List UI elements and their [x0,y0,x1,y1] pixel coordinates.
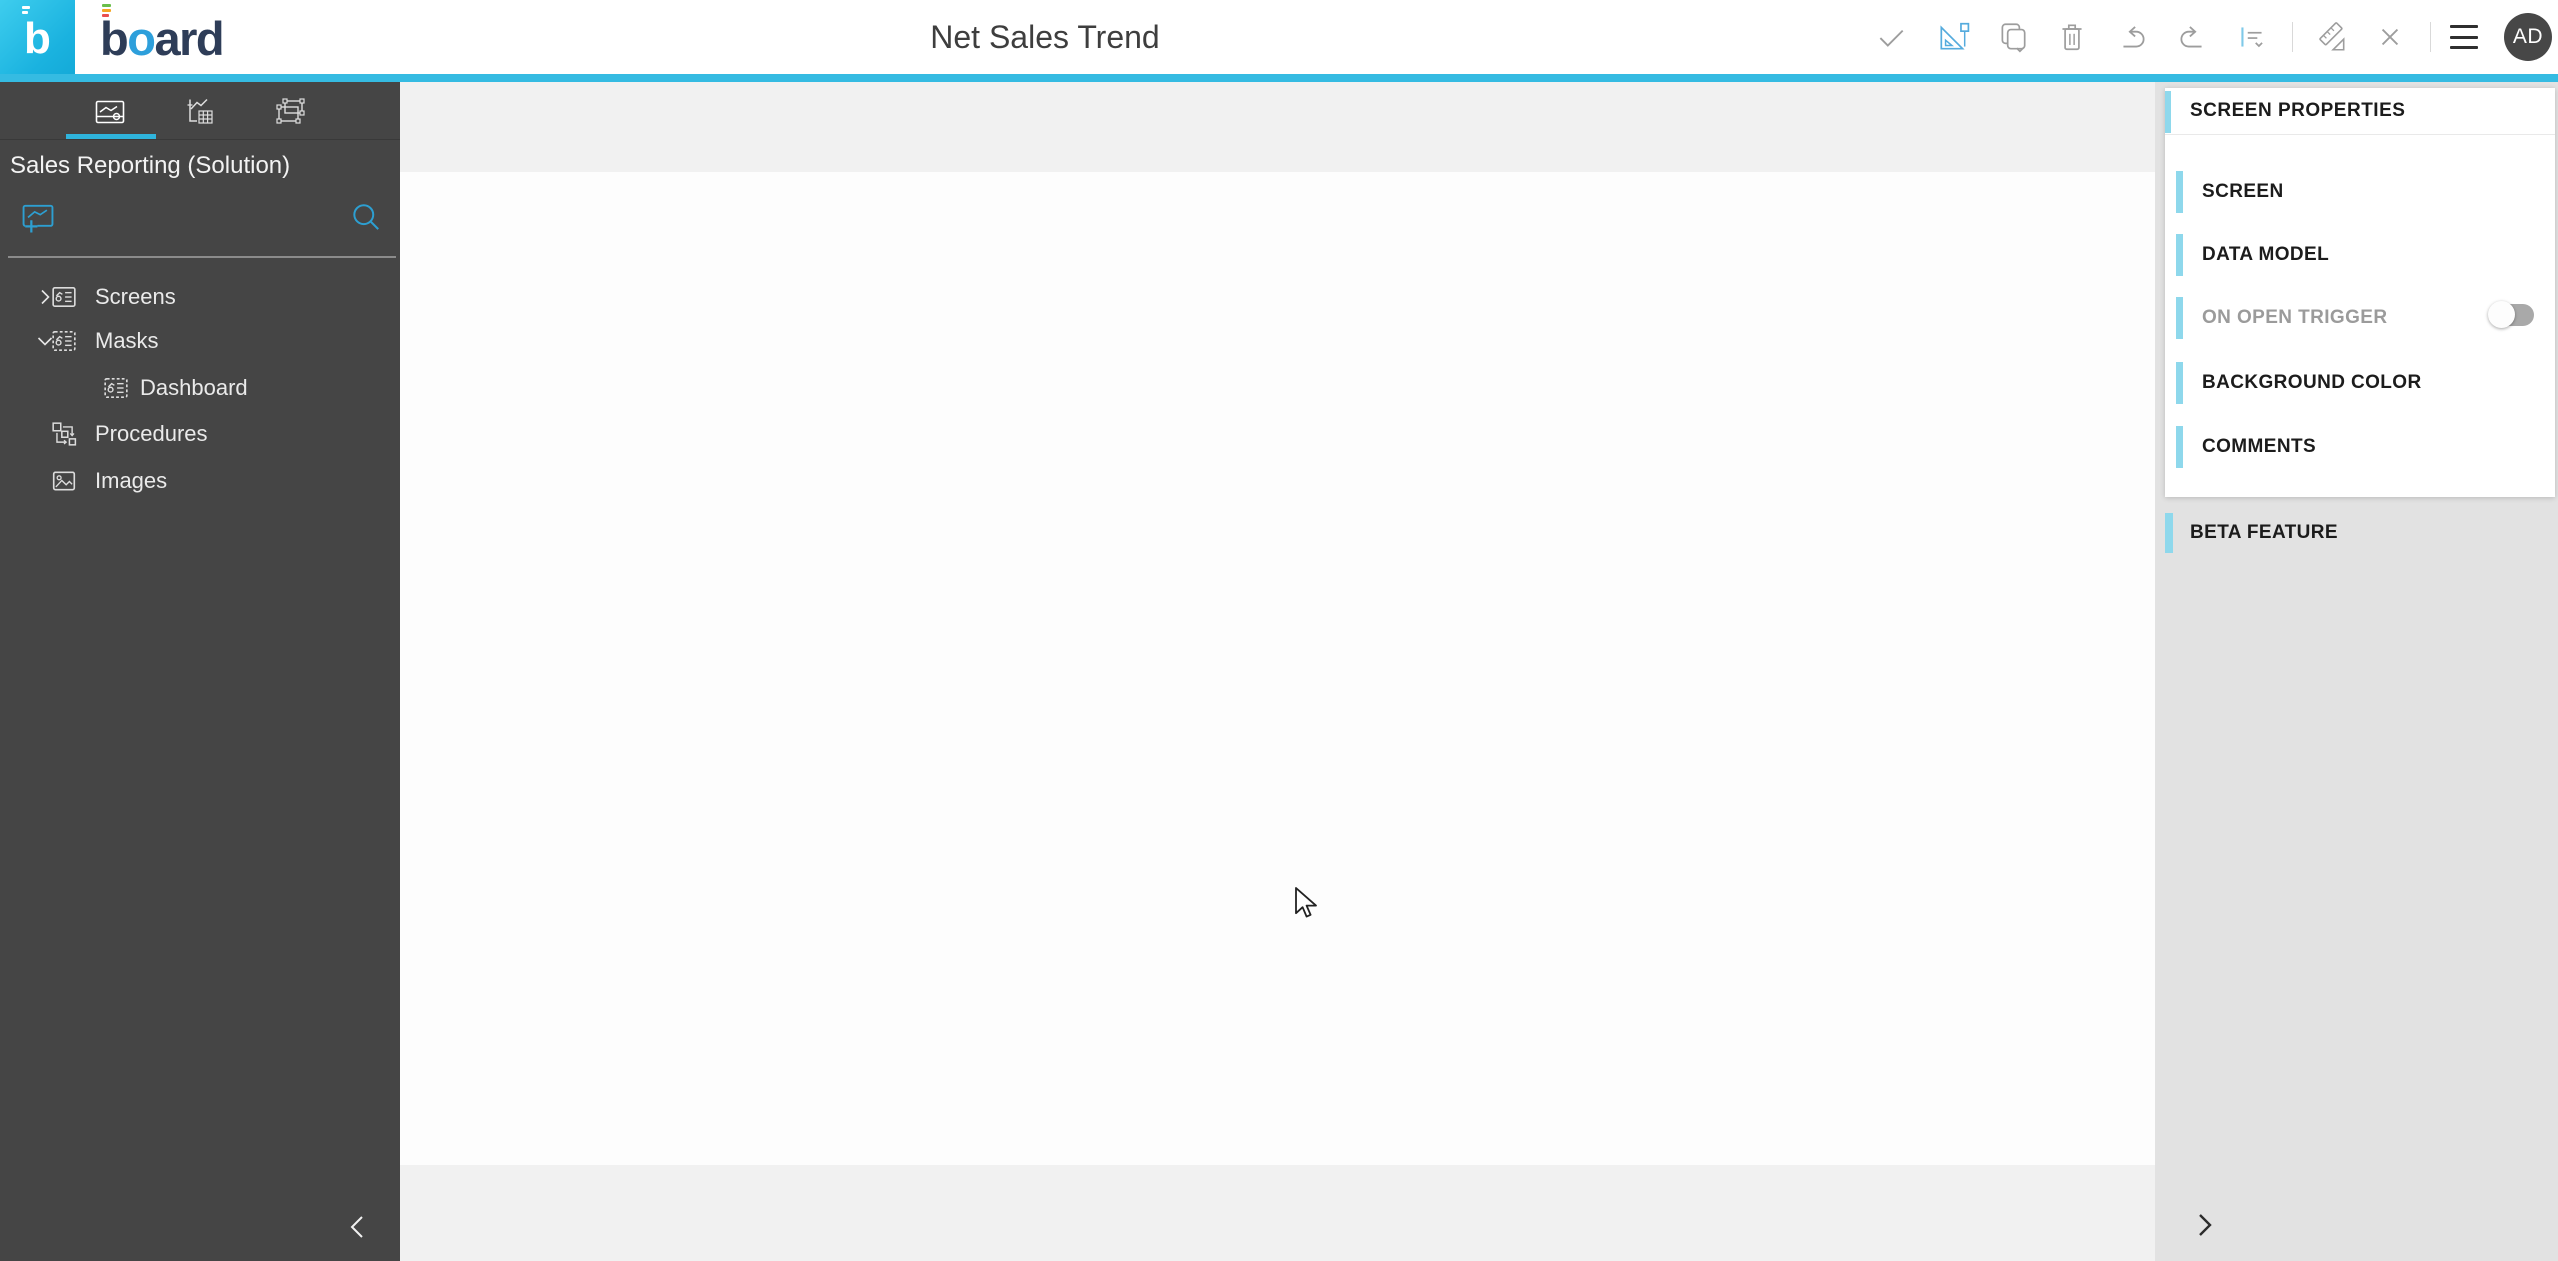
divider [2165,134,2555,135]
accent-bar [2176,362,2183,404]
design-ruler-button[interactable] [2315,20,2349,54]
on-open-trigger-toggle[interactable] [2488,301,2534,328]
wordmark-dash-green [102,4,111,7]
masks-icon [51,328,77,354]
sidebar-item-label: Dashboard [140,375,248,400]
sidebar-item-procedures[interactable]: Procedures [0,412,400,456]
collapse-sidebar-icon[interactable] [343,1211,375,1243]
sidebar-item-label: Images [95,468,168,493]
sidebar-item-label: Procedures [95,421,208,446]
delete-button[interactable] [2055,20,2089,54]
wordmark-rest: ard [154,12,224,65]
toolbar-separator [2292,22,2293,52]
screens-icon [51,284,77,310]
board-logo-letter: b [24,14,51,63]
tab-capture[interactable] [88,90,132,134]
search-icon[interactable] [346,198,386,238]
accent-bar [2176,171,2183,213]
wordmark-dash-orange [102,9,111,12]
prop-item-label: DATA MODEL [2202,244,2330,265]
divider [0,139,400,140]
avatar[interactable]: AD [2504,13,2552,61]
discard-button[interactable] [2373,20,2407,54]
toolbar-separator [2430,22,2431,52]
images-icon [51,468,77,494]
expand-panel-icon[interactable] [2188,1209,2220,1241]
prop-item-screen[interactable]: SCREEN [2165,170,2555,214]
accent-bar [2176,297,2183,339]
add-capture-icon[interactable] [18,198,58,238]
wordmark-b: b [100,4,129,62]
duplicate-button[interactable] [1996,20,2030,54]
redo-button[interactable] [2175,20,2209,54]
prop-item-comments[interactable]: COMMENTS [2165,425,2555,469]
prop-item-data-model[interactable]: DATA MODEL [2165,233,2555,277]
tab-layout[interactable] [268,90,312,134]
undo-button[interactable] [2116,20,2150,54]
accent-bar [2165,513,2173,553]
logo-dash [22,11,28,14]
select-scale-tool-button[interactable] [1936,20,1970,54]
sidebar-item-label: Screens [95,284,176,309]
sidebar-item-masks[interactable]: Masks [0,319,400,363]
menu-icon[interactable] [2450,25,2478,49]
confirm-button[interactable] [1874,20,1908,54]
solution-name: Sales Reporting (Solution) [10,152,291,179]
wordmark-o: o [127,12,156,65]
prop-item-background-color[interactable]: BACKGROUND COLOR [2165,361,2555,405]
prop-item-label: BACKGROUND COLOR [2202,372,2422,393]
prop-item-label: ON OPEN TRIGGER [2202,307,2388,328]
accent-bar [2165,91,2171,133]
beta-feature-label[interactable]: BETA FEATURE [2190,513,2338,553]
toggle-knob [2488,301,2515,328]
search-underline [8,256,396,258]
capture-workspace [400,82,2155,1261]
accent-bar [2176,426,2183,468]
prop-item-label: COMMENTS [2202,436,2317,457]
wordmark-dash-red [102,14,109,17]
mask-icon [103,375,129,401]
sidebar-item-screens[interactable]: Screens [0,275,400,319]
accent-bar [2176,234,2183,276]
accent-divider [0,74,2558,82]
align-options-button[interactable] [2235,20,2269,54]
board-logo-square[interactable]: b [0,0,75,74]
properties-panel: SCREEN PROPERTIES SCREEN DATA MODEL ON O… [2155,82,2558,1261]
procedures-icon [51,421,77,447]
screen-properties-card: SCREEN PROPERTIES SCREEN DATA MODEL ON O… [2165,88,2555,497]
board-wordmark: b o ard [100,4,225,65]
prop-item-label: SCREEN [2202,181,2284,202]
top-bar: b b o ard Net Sales Trend AD [0,0,2558,74]
screen-title: Net Sales Trend [930,19,1160,55]
prop-item-on-open-trigger[interactable]: ON OPEN TRIGGER [2165,296,2555,340]
tab-analysis[interactable] [178,90,222,134]
sidebar-item-label: Masks [95,328,159,353]
capture-sidebar: Sales Reporting (Solution) Screens Masks… [0,82,400,1261]
logo-dash [22,6,30,9]
avatar-initials: AD [2512,25,2544,48]
sidebar-item-images[interactable]: Images [0,459,400,503]
properties-header: SCREEN PROPERTIES [2190,100,2406,121]
screen-canvas[interactable] [400,172,2155,1165]
sidebar-item-dashboard[interactable]: Dashboard [0,366,400,410]
